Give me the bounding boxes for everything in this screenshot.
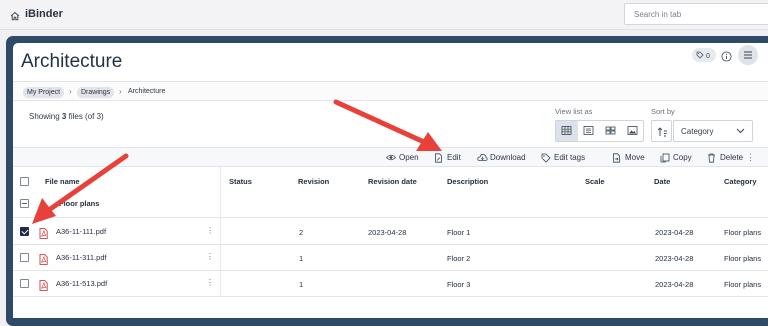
view-mode-group [555, 120, 644, 142]
table-view-button[interactable] [556, 121, 578, 141]
column-date[interactable]: Date [654, 177, 670, 186]
menu-button[interactable] [738, 45, 758, 65]
files-count-summary: Showing 3 files (of 3) [29, 112, 104, 121]
grid-view-button[interactable] [600, 121, 622, 141]
table-row[interactable]: A36-11-111.pdf ⋮ 2 2023-04-28 Floor 1 20… [13, 219, 768, 245]
hamburger-icon [744, 51, 752, 59]
sort-direction-icon [657, 127, 667, 137]
files-total: (of 3) [85, 112, 104, 121]
table-view-icon [561, 126, 572, 135]
move-button[interactable]: Move [613, 153, 645, 163]
move-file-icon [613, 153, 620, 163]
group-collapse-checkbox[interactable] [20, 199, 29, 208]
column-file-name[interactable]: File name [45, 177, 80, 186]
cell-category: Floor plans [724, 228, 762, 237]
edit-document-icon [435, 153, 442, 163]
group-label: Floor plans [59, 199, 100, 208]
delete-button[interactable]: Delete [708, 153, 743, 163]
info-icon[interactable] [721, 49, 732, 67]
row-menu-icon[interactable]: ⋮ [206, 278, 214, 287]
image-view-button[interactable] [622, 121, 644, 141]
download-button[interactable]: Download [477, 153, 526, 162]
list-view-icon [583, 126, 594, 135]
tag-count: 0 [705, 53, 710, 60]
cell-revision-date: 2023-04-28 [368, 228, 407, 237]
file-name[interactable]: A36-11-311.pdf [56, 253, 107, 262]
breadcrumb-my-project[interactable]: My Project [23, 87, 65, 98]
main-panel: Architecture 0 My Project › Drawings › A… [13, 43, 768, 318]
cell-category: Floor plans [724, 254, 762, 263]
cell-date: 2023-04-28 [655, 280, 694, 289]
cell-category: Floor plans [724, 280, 762, 289]
eye-icon [386, 154, 396, 161]
sort-value: Category [681, 127, 714, 136]
list-view-button[interactable] [578, 121, 600, 141]
cell-description: Floor 3 [447, 280, 471, 289]
grid-view-icon [605, 126, 616, 135]
home-icon[interactable] [10, 8, 20, 26]
column-scale[interactable]: Scale [585, 177, 605, 186]
view-list-label: View list as [555, 107, 593, 116]
cell-description: Floor 2 [447, 254, 471, 263]
copy-button[interactable]: Copy [660, 153, 692, 163]
select-all-checkbox[interactable] [20, 177, 29, 186]
tag-icon [541, 153, 551, 163]
file-name[interactable]: A36-11-513.pdf [56, 279, 107, 288]
column-description[interactable]: Description [447, 177, 488, 186]
app-logo[interactable]: iBinder [25, 8, 63, 20]
trash-icon [708, 153, 715, 163]
row-menu-icon[interactable]: ⋮ [206, 252, 214, 261]
column-category[interactable]: Category [724, 177, 757, 186]
cell-date: 2023-04-28 [655, 228, 694, 237]
breadcrumb-drawings[interactable]: Drawings [77, 87, 115, 98]
table-header: File name Status Revision Revision date … [13, 167, 768, 218]
cell-revision: 1 [299, 280, 304, 289]
breadcrumb: My Project › Drawings › Architecture [13, 81, 768, 101]
breadcrumb-current: Architecture [128, 88, 166, 95]
sort-direction-button[interactable] [651, 120, 672, 142]
sort-by-label: Sort by [651, 107, 675, 116]
page-title: Architecture [21, 51, 123, 72]
more-actions-icon[interactable]: ⋮ [746, 152, 755, 163]
cell-revision: 2 [299, 228, 304, 237]
chevron-right-icon: › [119, 87, 122, 96]
search-input[interactable]: Search in tab [624, 3, 768, 25]
row-checkbox[interactable] [20, 253, 29, 262]
file-name[interactable]: A36-11-111.pdf [56, 227, 106, 236]
table-row[interactable]: A36-11-513.pdf ⋮ 1 Floor 3 2023-04-28 Fl… [13, 271, 768, 297]
pdf-file-icon [39, 278, 48, 296]
column-revision[interactable]: Revision [298, 177, 329, 186]
chevron-down-icon [736, 128, 745, 134]
open-button[interactable]: Open [386, 153, 419, 162]
table-row[interactable]: A36-11-311.pdf ⋮ 1 Floor 2 2023-04-28 Fl… [13, 245, 768, 271]
top-bar: iBinder Search in tab [0, 0, 768, 30]
edit-tags-button[interactable]: Edit tags [541, 153, 585, 163]
pdf-file-icon [39, 226, 48, 244]
cell-description: Floor 1 [447, 228, 471, 237]
tag-count-badge[interactable]: 0 [692, 48, 716, 62]
pdf-file-icon [39, 252, 48, 270]
file-actions-toolbar: Open Edit Download Edit tags Move Copy D… [13, 147, 768, 167]
copy-icon [660, 153, 670, 163]
column-status[interactable]: Status [229, 177, 252, 186]
row-checkbox[interactable] [20, 227, 29, 236]
row-menu-icon[interactable]: ⋮ [206, 226, 214, 235]
sort-select[interactable]: Category [673, 120, 753, 142]
row-checkbox[interactable] [20, 279, 29, 288]
cell-revision: 1 [299, 254, 304, 263]
image-view-icon [627, 126, 638, 135]
chevron-right-icon: › [69, 87, 72, 96]
column-revision-date[interactable]: Revision date [368, 177, 417, 186]
cloud-download-icon [477, 154, 488, 161]
cell-date: 2023-04-28 [655, 254, 694, 263]
chevron-up-icon[interactable] [43, 200, 51, 218]
edit-button[interactable]: Edit [435, 153, 461, 163]
